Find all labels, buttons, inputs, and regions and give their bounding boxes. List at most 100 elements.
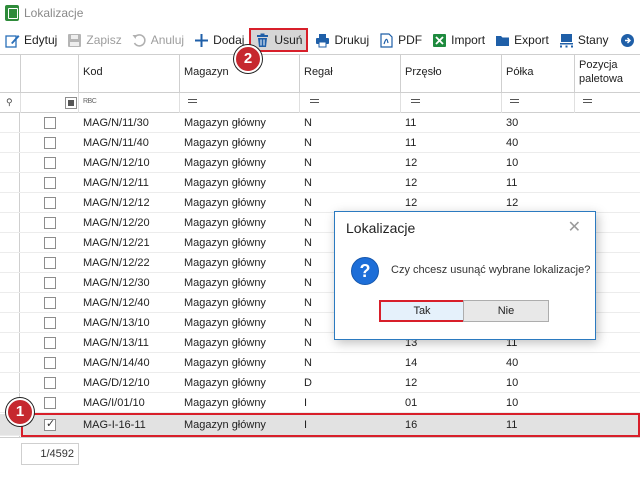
dialog-message: Czy chcesz usunąć wybrane lokalizacje? bbox=[391, 264, 591, 276]
cell-kod: MAG/N/12/12 bbox=[83, 197, 150, 209]
yes-button[interactable]: Tak bbox=[379, 300, 465, 322]
save-icon bbox=[67, 33, 82, 48]
cell-regal: N bbox=[304, 197, 312, 209]
row-checkbox[interactable] bbox=[44, 157, 56, 169]
row-checkbox[interactable] bbox=[44, 197, 56, 209]
cell-kod: MAG/N/11/30 bbox=[83, 117, 149, 129]
row-checkbox[interactable] bbox=[44, 177, 56, 189]
filter-polka[interactable] bbox=[502, 93, 575, 113]
cell-przeslo: 12 bbox=[405, 177, 418, 189]
cell-polka: 10 bbox=[506, 157, 519, 169]
table-row[interactable]: MAG/N/11/30 Magazyn główny N 11 30 bbox=[0, 113, 640, 133]
edit-button-label: Edytuj bbox=[24, 33, 58, 47]
cell-regal: I bbox=[304, 419, 308, 431]
row-checkbox[interactable] bbox=[44, 357, 56, 369]
cancel-button[interactable]: Anuluj bbox=[127, 28, 189, 52]
export-button[interactable]: Export bbox=[490, 28, 554, 52]
cell-magazyn: Magazyn główny bbox=[184, 397, 266, 409]
row-checkbox[interactable] bbox=[44, 377, 56, 389]
table-row[interactable]: MAG/I/01/10 Magazyn główny I 01 10 bbox=[0, 393, 640, 413]
column-header-regal[interactable]: Regał bbox=[300, 55, 401, 93]
column-header-pozycja-paletowa[interactable]: Pozycja paletowa bbox=[575, 55, 640, 93]
column-header-przeslo[interactable]: Przęsło bbox=[401, 55, 502, 93]
cell-przeslo: 11 bbox=[405, 137, 417, 149]
close-icon[interactable]: ✕ bbox=[568, 217, 581, 237]
grid-header: Kod Magazyn Regał Przęsło Półka Pozycja … bbox=[0, 55, 640, 93]
filter-indicator-cell: ⚲ bbox=[0, 93, 21, 113]
cell-kod: MAG/N/13/10 bbox=[83, 317, 150, 329]
row-checkbox[interactable] bbox=[44, 137, 56, 149]
filter-kod[interactable]: RBC bbox=[79, 93, 180, 113]
table-row[interactable]: MAG/N/12/12 Magazyn główny N 12 12 bbox=[0, 193, 640, 213]
pin-icon: ⚲ bbox=[6, 97, 13, 107]
filter-magazyn[interactable] bbox=[180, 93, 300, 113]
cell-regal: D bbox=[304, 377, 312, 389]
export-button-label: Export bbox=[514, 33, 549, 47]
row-checkbox-checked[interactable] bbox=[44, 417, 56, 431]
table-row[interactable]: MAG/N/12/10 Magazyn główny N 12 10 bbox=[0, 153, 640, 173]
cell-polka: 10 bbox=[506, 377, 519, 389]
cell-kod: MAG/N/13/11 bbox=[83, 337, 149, 349]
import-button[interactable]: Import bbox=[427, 28, 490, 52]
cell-magazyn: Magazyn główny bbox=[184, 217, 266, 229]
row-checkbox[interactable] bbox=[44, 277, 56, 289]
cell-magazyn: Magazyn główny bbox=[184, 237, 266, 249]
cell-magazyn: Magazyn główny bbox=[184, 137, 266, 149]
more-button[interactable] bbox=[618, 28, 640, 52]
table-row[interactable]: MAG/N/11/40 Magazyn główny N 11 40 bbox=[0, 133, 640, 153]
filter-przeslo[interactable] bbox=[401, 93, 502, 113]
import-button-label: Import bbox=[451, 33, 486, 47]
row-checkbox[interactable] bbox=[44, 297, 56, 309]
row-checkbox[interactable] bbox=[44, 257, 56, 269]
filter-checkbox-cell[interactable] bbox=[21, 93, 79, 113]
table-row[interactable]: MAG/N/14/40 Magazyn główny N 14 40 bbox=[0, 353, 640, 373]
cell-magazyn: Magazyn główny bbox=[184, 157, 266, 169]
cell-przeslo: 12 bbox=[405, 377, 418, 389]
record-counter: 1/4592 bbox=[21, 443, 79, 465]
cell-polka: 11 bbox=[506, 419, 518, 431]
cell-magazyn: Magazyn główny bbox=[184, 357, 266, 369]
stock-button[interactable]: Stany bbox=[554, 28, 614, 52]
row-checkbox[interactable] bbox=[44, 337, 56, 349]
row-checkbox[interactable] bbox=[44, 317, 56, 329]
folder-icon bbox=[495, 33, 510, 48]
row-checkbox[interactable] bbox=[44, 217, 56, 229]
edit-icon bbox=[5, 33, 20, 48]
print-button[interactable]: Drukuj bbox=[310, 28, 374, 52]
cell-przeslo: 01 bbox=[405, 397, 418, 409]
cell-kod: MAG/I/01/10 bbox=[83, 397, 145, 409]
cell-magazyn: Magazyn główny bbox=[184, 257, 266, 269]
filter-pozycja[interactable] bbox=[575, 93, 640, 113]
filter-row: ⚲ RBC bbox=[0, 93, 640, 113]
row-checkbox[interactable] bbox=[44, 117, 56, 129]
select-all-checkbox[interactable] bbox=[65, 97, 77, 109]
row-checkbox[interactable] bbox=[44, 397, 56, 409]
delete-button[interactable]: Usuń bbox=[249, 28, 309, 52]
stock-button-label: Stany bbox=[577, 33, 609, 47]
cell-kod: MAG/N/12/30 bbox=[83, 277, 150, 289]
no-button[interactable]: Nie bbox=[463, 300, 549, 322]
row-checkbox[interactable] bbox=[44, 237, 56, 249]
table-row[interactable]: MAG/N/12/11 Magazyn główny N 12 11 bbox=[0, 173, 640, 193]
cell-kod: MAG/D/12/10 bbox=[83, 377, 150, 389]
cell-regal: N bbox=[304, 157, 312, 169]
column-header-kod[interactable]: Kod bbox=[79, 55, 180, 93]
add-button-label: Dodaj bbox=[213, 33, 245, 47]
undo-icon bbox=[132, 33, 147, 48]
cell-polka: 12 bbox=[506, 197, 519, 209]
pdf-button[interactable]: PDF bbox=[374, 28, 427, 52]
pdf-icon bbox=[379, 32, 394, 48]
cell-polka: 40 bbox=[506, 357, 519, 369]
filter-regal[interactable] bbox=[300, 93, 401, 113]
column-header-polka[interactable]: Półka bbox=[502, 55, 575, 93]
equals-filter-icon bbox=[188, 99, 197, 103]
table-row[interactable]: MAG/D/12/10 Magazyn główny D 12 10 bbox=[0, 373, 640, 393]
table-row-selected[interactable]: MAG-I-16-11 Magazyn główny I 16 11 bbox=[0, 414, 640, 436]
app-icon bbox=[5, 5, 19, 21]
cell-kod: MAG/N/14/40 bbox=[83, 357, 150, 369]
save-button[interactable]: Zapisz bbox=[62, 28, 126, 52]
equals-filter-icon bbox=[583, 99, 592, 103]
pdf-button-label: PDF bbox=[398, 33, 423, 47]
step-badge-1: 1 bbox=[6, 398, 34, 426]
edit-button[interactable]: Edytuj bbox=[0, 28, 62, 52]
